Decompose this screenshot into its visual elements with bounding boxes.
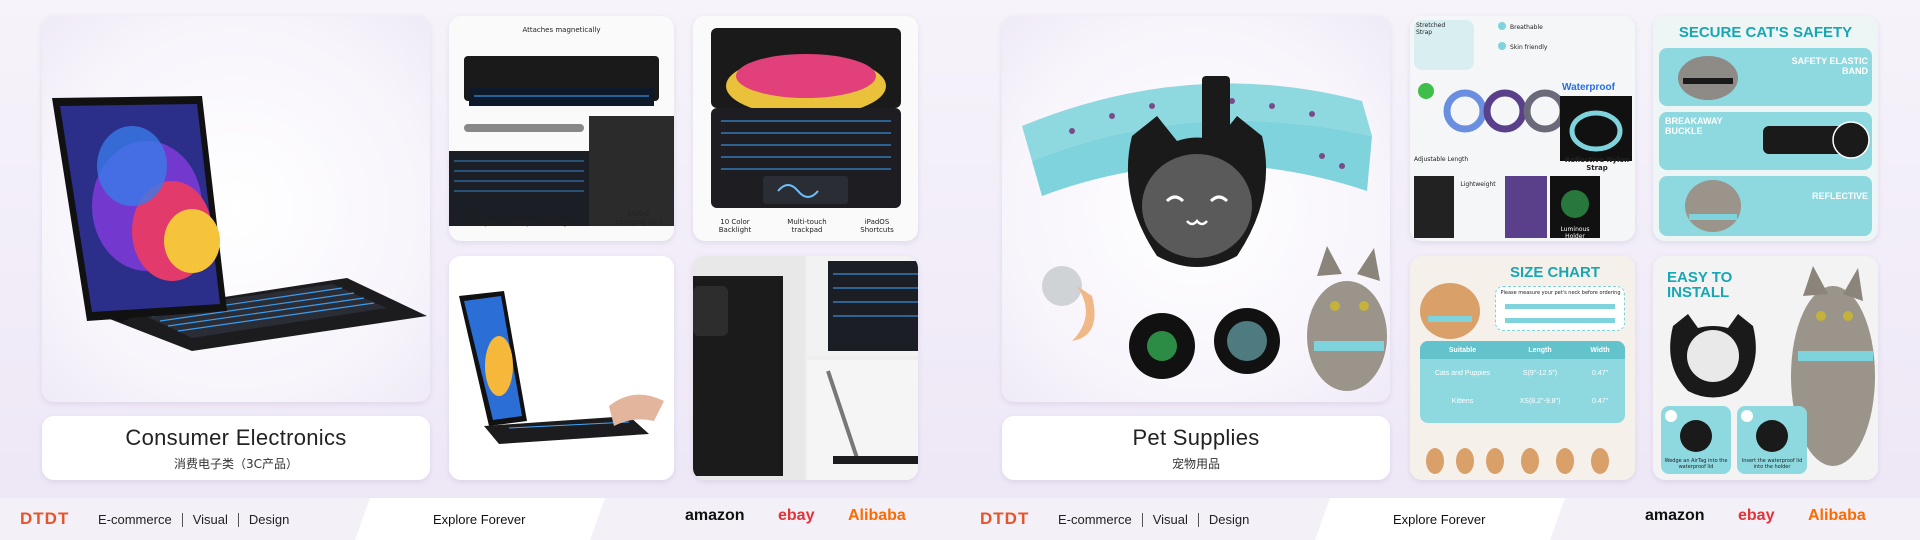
install-step-1: Wedge an AirTag into the waterproof lid: [1664, 458, 1728, 470]
pet-thumb-size-chart[interactable]: SIZE CHART Please measure your pet's nec…: [1410, 256, 1635, 480]
caption-trackpad: Trackpad and responsive keys: [466, 219, 572, 227]
pet-category-label[interactable]: Pet Supplies 宠物用品: [1002, 416, 1390, 480]
pet-hero-card[interactable]: [1002, 16, 1390, 402]
electronics-category-label[interactable]: Consumer Electronics 消费电子类（3C产品）: [42, 416, 430, 480]
install-illustrations: [1661, 266, 1875, 474]
explore-forever: Explore Forever: [1393, 512, 1486, 527]
feature-waterproof: Waterproof: [1562, 82, 1615, 93]
footer-nav: E-commerce Visual Design: [98, 512, 289, 527]
size-col-width: Width: [1590, 346, 1610, 354]
size-col-length: Length: [1528, 346, 1552, 354]
brand-ebay[interactable]: ebay: [778, 507, 814, 525]
feature-adjustable-length: Adjustable Length: [1414, 156, 1469, 163]
ipad-keyboard-top-image: [711, 28, 901, 208]
footer-logo: DTDT: [980, 509, 1030, 528]
caption-multitouch: Multi-touch trackpad: [787, 218, 827, 234]
pet-thumb-features[interactable]: Stretched Strap Breathable Skin friendly…: [1410, 16, 1635, 241]
install-step-2: Insert the waterproof lid into the holde…: [1741, 458, 1803, 470]
caption-backlight: 10 Color Backlight: [718, 218, 752, 234]
brand-amazon[interactable]: amazon: [685, 507, 745, 525]
nav-ecommerce[interactable]: E-commerce: [1058, 512, 1132, 527]
safety-reflective: REFLECTIVE: [1811, 191, 1868, 201]
caption-shortcuts: iPadOS Shortcuts: [860, 218, 894, 234]
keyboard-magnetic-image: [449, 56, 674, 226]
nav-design[interactable]: Design: [1209, 512, 1249, 527]
ipad-typing-image: [459, 291, 664, 444]
ipad-hinge-image: [693, 256, 918, 480]
brand-alibaba[interactable]: Alibaba: [1808, 507, 1866, 525]
brand-ebay[interactable]: ebay: [1738, 507, 1774, 525]
safety-elastic: SAFETY ELASTIC BAND: [1791, 56, 1868, 76]
electronics-hero-card[interactable]: [42, 16, 430, 402]
brand-alibaba[interactable]: Alibaba: [848, 507, 906, 525]
size-chart-table: Suitable Length Width Cats and Puppies S…: [1420, 341, 1625, 423]
category-subtitle: 宠物用品: [1171, 456, 1220, 471]
category-title: Pet Supplies: [1132, 424, 1260, 450]
electronics-thumb-backlight[interactable]: 10 Color Backlight Multi-touch trackpad …: [693, 16, 918, 241]
electronics-thumb-typing[interactable]: [449, 256, 674, 480]
feature-lightweight: Lightweight: [1460, 181, 1496, 188]
size-col-suitable: Suitable: [1448, 346, 1477, 354]
category-title: Consumer Electronics: [125, 424, 347, 450]
footer-bar: DTDT E-commerce Visual Design Explore Fo…: [0, 498, 1920, 540]
nav-design[interactable]: Design: [249, 512, 289, 527]
explore-forever: Explore Forever: [433, 512, 526, 527]
pet-thumb-install[interactable]: EASY TO INSTALL Wedge an AirTag into the…: [1653, 256, 1878, 480]
table-row: Cats and Puppies S(9"-12.5") 0.47": [1434, 369, 1609, 377]
feature-luminous-holder: Luminous Holder: [1560, 226, 1590, 240]
safety-breakaway: BREAKAWAY BUCKLE: [1665, 116, 1723, 136]
collar-variants-image: [1414, 22, 1632, 238]
electronics-thumb-magnetic[interactable]: Attaches magnetically Trackpad and respo…: [449, 16, 674, 241]
pet-thumb-safety[interactable]: SECURE CAT'S SAFETY SAFETY ELASTIC BAND …: [1653, 16, 1878, 241]
category-subtitle: 消费电子类（3C产品）: [173, 456, 298, 471]
nav-visual[interactable]: Visual: [193, 512, 228, 527]
footer-logo: DTDT: [20, 509, 70, 528]
table-row: Kittens XS(8.2"-9.8") 0.47": [1451, 397, 1609, 405]
footer-nav: E-commerce Visual Design: [1058, 512, 1249, 527]
feature-reflective-strap: Reflective Nylon Strap: [1564, 156, 1630, 172]
electronics-thumb-hinge[interactable]: [693, 256, 918, 480]
cat-collar-hero-image: [1022, 76, 1387, 391]
caption-usbc: USB-C charging port: [615, 210, 663, 226]
ipad-keyboard-hero-image: [52, 96, 427, 351]
nav-ecommerce[interactable]: E-commerce: [98, 512, 172, 527]
brand-amazon[interactable]: amazon: [1645, 507, 1705, 525]
nav-visual[interactable]: Visual: [1153, 512, 1188, 527]
